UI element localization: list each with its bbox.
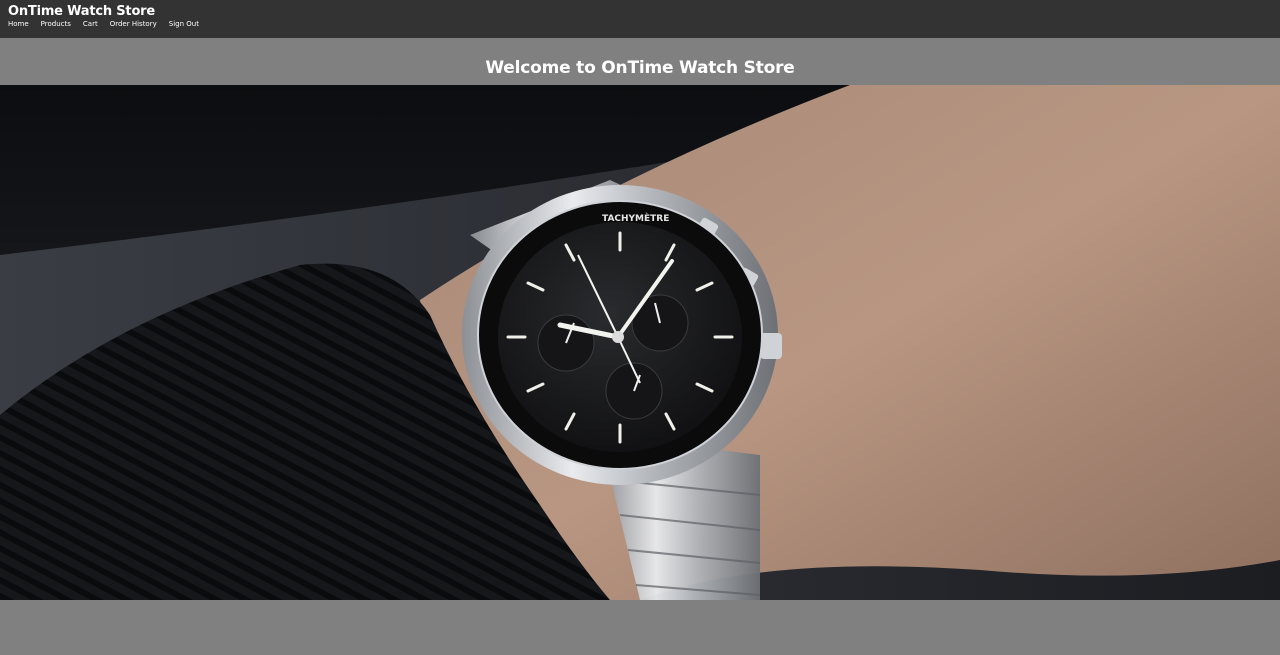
welcome-heading: Welcome to OnTime Watch Store — [485, 57, 795, 78]
nav-order-history-link[interactable]: Order History — [110, 20, 157, 28]
nav-products-link[interactable]: Products — [41, 20, 71, 28]
hero-image: TACHYMÈTRE — [0, 85, 1280, 600]
main-nav: Home Products Cart Order History Sign Ou… — [8, 20, 211, 28]
footer-band — [0, 600, 1280, 655]
brand-title[interactable]: OnTime Watch Store — [8, 4, 155, 19]
nav-cart-link[interactable]: Cart — [83, 20, 98, 28]
welcome-banner: Welcome to OnTime Watch Store — [0, 38, 1280, 85]
top-navbar: OnTime Watch Store Home Products Cart Or… — [0, 0, 1280, 38]
nav-home-link[interactable]: Home — [8, 20, 29, 28]
wristwatch-photo: TACHYMÈTRE — [0, 85, 1280, 600]
nav-sign-out-link[interactable]: Sign Out — [169, 20, 199, 28]
bezel-text: TACHYMÈTRE — [602, 212, 669, 224]
